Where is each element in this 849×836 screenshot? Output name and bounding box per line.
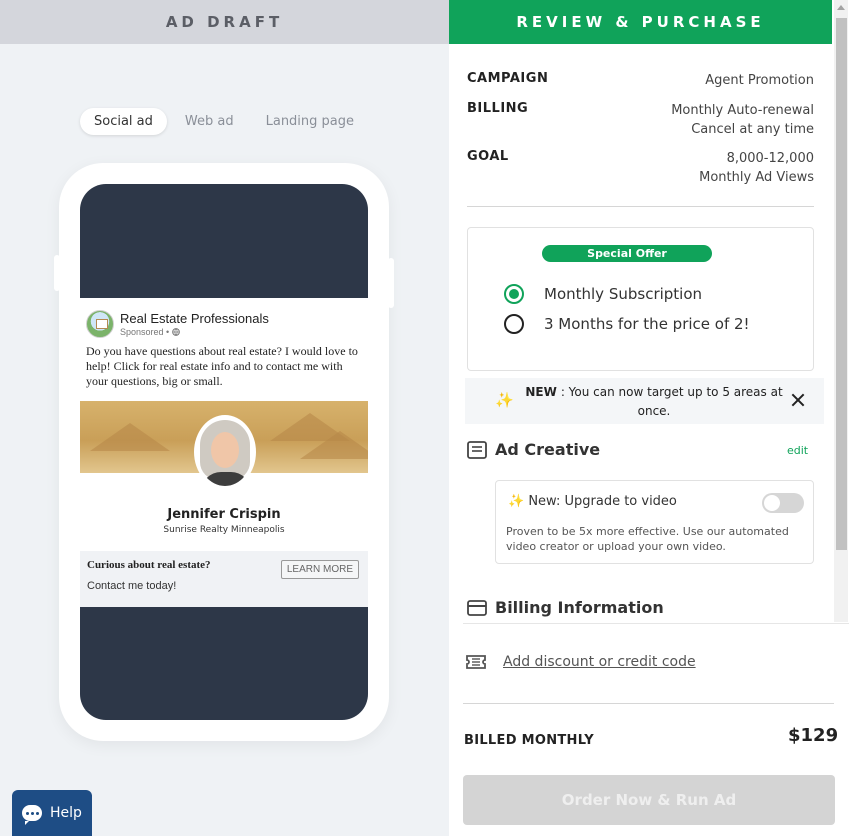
phone-screen: Real Estate Professionals Sponsored • Do… <box>80 184 368 720</box>
ad-draft-panel: AD DRAFT Social ad Web ad Landing page R… <box>0 0 449 836</box>
help-button[interactable]: Help <box>12 790 92 836</box>
special-offer-badge: Special Offer <box>542 245 712 262</box>
option-three-months[interactable]: 3 Months for the price of 2! <box>504 314 750 334</box>
radio-selected[interactable] <box>504 284 524 304</box>
campaign-value: Agent Promotion <box>705 73 814 88</box>
scroll-up-arrow[interactable] <box>837 5 845 10</box>
agent-company: Sunrise Realty Minneapolis <box>163 525 285 535</box>
campaign-label: CAMPAIGN <box>467 71 549 86</box>
video-upgrade-toggle[interactable] <box>762 493 804 513</box>
agent-name: Jennifer Crispin <box>167 507 281 522</box>
billing-value: Monthly Auto-renewal Cancel at any time <box>671 103 814 137</box>
ad-type-tabs: Social ad Web ad Landing page <box>80 108 368 135</box>
discount-row: Add discount or credit code <box>465 654 696 670</box>
learn-more-button[interactable]: LEARN MORE <box>280 560 359 579</box>
ad-creative-section-title: Ad Creative <box>467 440 600 459</box>
document-icon <box>467 440 487 459</box>
total-price: $129 <box>788 725 839 746</box>
review-purchase-header: REVIEW & PURCHASE <box>449 0 832 44</box>
campaign-row: CAMPAIGN Agent Promotion <box>467 71 814 90</box>
section-divider <box>463 623 849 624</box>
billing-information-title: Billing Information <box>467 598 664 617</box>
review-purchase-panel: REVIEW & PURCHASE CAMPAIGN Agent Promoti… <box>449 0 849 836</box>
ad-draft-header: AD DRAFT <box>0 0 449 44</box>
option-label: Monthly Subscription <box>544 285 703 303</box>
video-upgrade-card: ✨ New: Upgrade to video Proven to be 5x … <box>495 480 814 564</box>
billing-row: BILLING Monthly Auto-renewal Cancel at a… <box>467 101 814 139</box>
goal-value: 8,000-12,000 Monthly Ad Views <box>699 151 814 185</box>
new-feature-notice: ✨ NEW: You can now target up to 5 areas … <box>465 378 824 424</box>
ad-hero-image <box>80 401 368 489</box>
summary-divider <box>467 206 814 207</box>
sponsored-label: Sponsored • <box>120 327 269 337</box>
phone-side-button <box>54 255 60 291</box>
total-divider <box>463 703 834 704</box>
billing-label: BILLING <box>467 101 529 116</box>
ad-body-text: Do you have questions about real estate?… <box>86 344 358 388</box>
phone-mockup: Real Estate Professionals Sponsored • Do… <box>54 163 394 741</box>
tab-social-ad[interactable]: Social ad <box>80 108 167 135</box>
scrollbar[interactable] <box>834 0 848 622</box>
ticket-icon <box>466 655 486 669</box>
notice-text: NEW: You can now target up to 5 areas at… <box>525 385 783 418</box>
social-ad-preview: Real Estate Professionals Sponsored • Do… <box>80 298 368 607</box>
order-now-button[interactable]: Order Now & Run Ad <box>463 775 835 825</box>
option-monthly-subscription[interactable]: Monthly Subscription <box>504 284 702 304</box>
globe-icon <box>171 328 180 336</box>
tab-web-ad[interactable]: Web ad <box>171 108 248 135</box>
tab-landing-page[interactable]: Landing page <box>252 108 368 135</box>
phone-side-button <box>388 258 394 308</box>
sparkle-icon: ✨ <box>495 391 514 409</box>
chat-icon <box>22 805 43 825</box>
video-upgrade-description: Proven to be 5x more effective. Use our … <box>506 525 789 553</box>
close-icon[interactable] <box>791 393 805 407</box>
sparkle-icon: ✨ <box>508 494 525 509</box>
goal-row: GOAL 8,000-12,000 Monthly Ad Views <box>467 149 814 187</box>
radio-unselected[interactable] <box>504 314 524 334</box>
help-label: Help <box>50 805 82 821</box>
edit-ad-creative-link[interactable]: edit <box>787 444 808 457</box>
ad-cta-bar: Curious about real estate? Contact me to… <box>80 551 368 607</box>
subscription-offer-card: Special Offer Monthly Subscription 3 Mon… <box>467 227 814 371</box>
video-upgrade-title: ✨ New: Upgrade to video <box>508 494 677 509</box>
option-label: 3 Months for the price of 2! <box>544 315 750 333</box>
add-discount-link[interactable]: Add discount or credit code <box>503 654 696 670</box>
ad-page-name: Real Estate Professionals <box>120 311 269 326</box>
goal-label: GOAL <box>467 149 509 164</box>
cta-subtitle: Contact me today! <box>87 580 177 592</box>
scrollbar-thumb[interactable] <box>836 18 847 550</box>
billed-monthly-label: BILLED MONTHLY <box>464 733 594 748</box>
page-avatar <box>86 310 114 338</box>
credit-card-icon <box>467 599 487 616</box>
agent-photo <box>194 415 256 489</box>
